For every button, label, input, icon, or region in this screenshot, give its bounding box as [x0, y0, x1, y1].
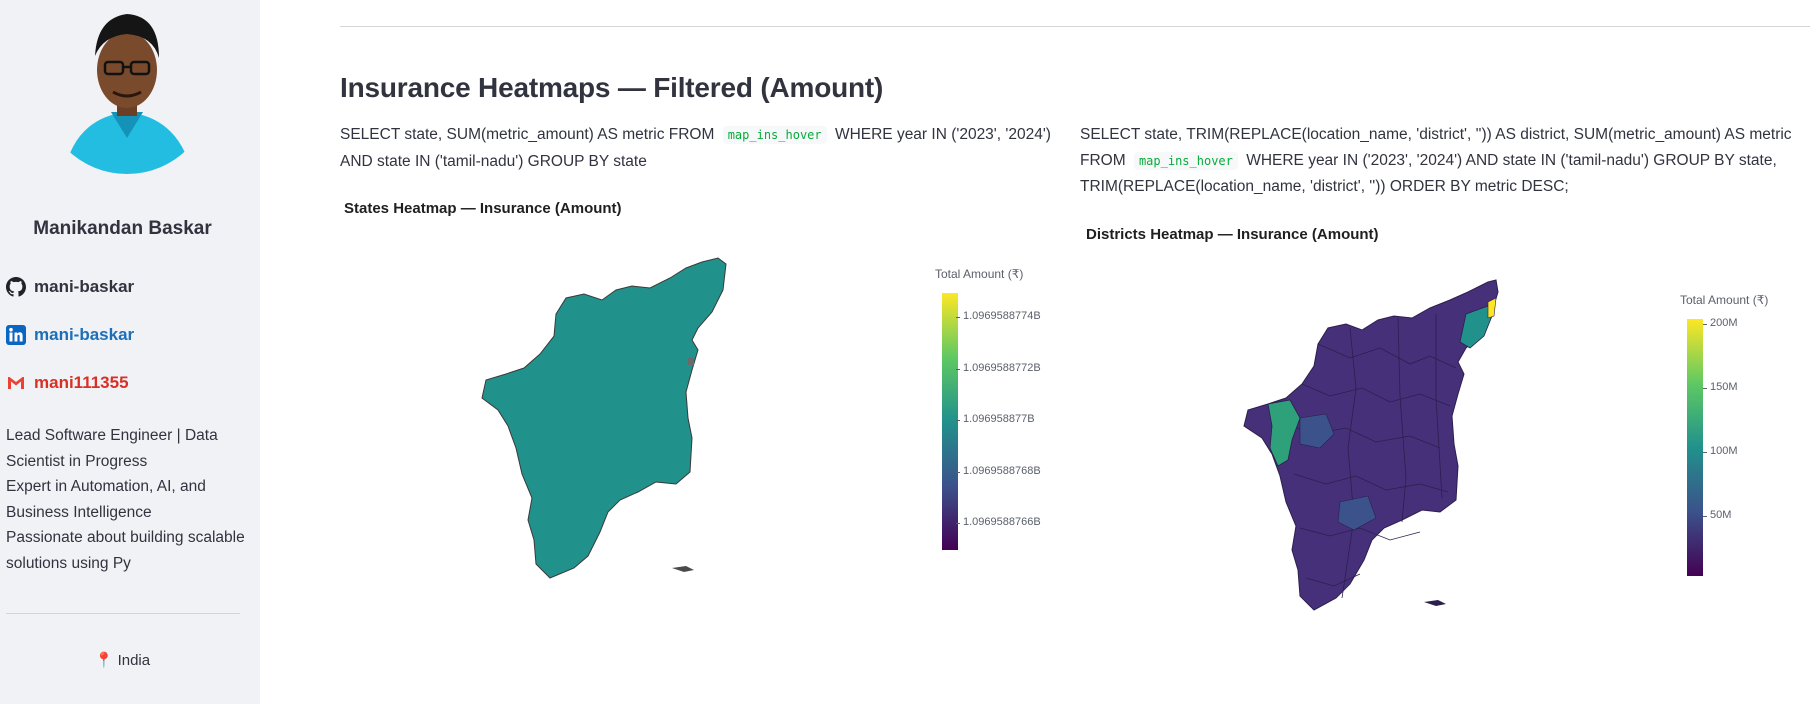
states-heatmap[interactable]	[480, 250, 770, 630]
colorbar-tick: 1.0969588766B	[956, 516, 1041, 528]
github-username: mani-baskar	[34, 277, 135, 296]
top-divider	[340, 26, 1810, 27]
states-colorbar	[942, 293, 958, 550]
bio-line: Lead Software Engineer | Data	[6, 427, 218, 444]
page-title: Insurance Heatmaps — Filtered (Amount)	[340, 72, 884, 103]
districts-sql-text: SELECT state, TRIM(REPLACE(location_name…	[1080, 122, 1815, 200]
districts-colorbar-title: Total Amount (₹)	[1680, 293, 1769, 307]
pin-icon: 📍	[94, 652, 114, 669]
sidebar: Manikandan Baskar mani-baskar mani-baska…	[0, 0, 260, 704]
districts-colorbar	[1687, 319, 1703, 576]
colorbar-tick: 1.0969588772B	[956, 362, 1041, 374]
github-link[interactable]: mani-baskar	[6, 277, 134, 297]
tamil-nadu-shape[interactable]	[481, 257, 727, 579]
linkedin-icon	[6, 325, 26, 345]
linkedin-username: mani-baskar	[34, 325, 135, 344]
states-colorbar-title: Total Amount (₹)	[935, 267, 1024, 281]
puducherry-shape	[688, 358, 694, 365]
colorbar-tick: 50M	[1702, 509, 1732, 521]
gmail-icon	[8, 377, 24, 389]
linkedin-link[interactable]: mani-baskar	[6, 325, 134, 345]
bio-line: Business Intelligence	[6, 503, 152, 521]
colorbar-tick: 1.0969588774B	[956, 310, 1041, 322]
bio-line: Passionate about building scalable	[6, 529, 245, 546]
location-text: India	[117, 652, 151, 669]
colorbar-tick: 100M	[1703, 445, 1738, 457]
bio-line: Scientist in Progress	[6, 452, 148, 470]
github-icon	[6, 277, 26, 297]
states-sql-text: SELECT state, SUM(metric_amount) AS metr…	[340, 122, 1070, 174]
states-island-shape	[672, 566, 694, 572]
bio-line: solutions using Py	[6, 554, 131, 572]
colorbar-tick: 200M	[1703, 317, 1738, 329]
profile-name: Manikandan Baskar	[33, 218, 212, 239]
bio-line: Expert in Automation, AI, and	[6, 478, 206, 495]
bio: Lead Software Engineer | Data Scientist …	[6, 423, 246, 576]
colorbar-tick: 1.0969588768B	[956, 465, 1041, 477]
districts-island-shape	[1424, 600, 1446, 606]
location: 📍 India	[0, 651, 245, 669]
districts-heatmap[interactable]	[1230, 278, 1510, 650]
sql-text: SELECT state, SUM(metric_amount) AS metr…	[340, 126, 715, 143]
colorbar-tick: 150M	[1703, 381, 1738, 393]
table-name-code: map_ins_hover	[722, 126, 827, 144]
table-name-code: map_ins_hover	[1133, 151, 1238, 170]
states-chart-title: States Heatmap — Insurance (Amount)	[344, 200, 622, 217]
gmail-username: mani111355	[34, 373, 129, 392]
districts-chart-title: Districts Heatmap — Insurance (Amount)	[1086, 226, 1379, 243]
gmail-link[interactable]: mani111355	[6, 373, 129, 393]
colorbar-tick: 1.096958877B	[956, 413, 1035, 425]
avatar	[53, 2, 201, 174]
sidebar-divider	[6, 613, 240, 614]
